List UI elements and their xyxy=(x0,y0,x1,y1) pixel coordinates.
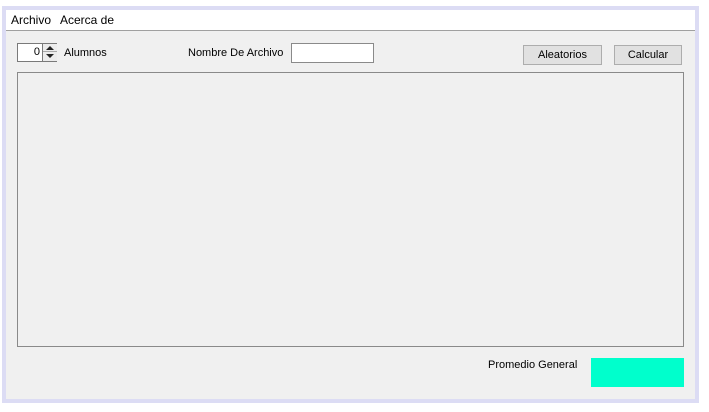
average-value-box xyxy=(591,358,684,387)
triangle-up-icon xyxy=(46,46,54,50)
window-content: Archivo Acerca de 0 Alumnos Nombre De Ar… xyxy=(6,10,695,399)
students-spinner-value[interactable]: 0 xyxy=(18,44,40,61)
filename-label: Nombre De Archivo xyxy=(188,47,284,59)
students-spinner[interactable]: 0 xyxy=(17,43,57,62)
menu-archivo[interactable]: Archivo xyxy=(11,13,51,27)
menu-acerca-de[interactable]: Acerca de xyxy=(60,13,114,27)
spinner-buttons xyxy=(42,44,57,61)
menu-bar: Archivo Acerca de xyxy=(6,10,695,31)
triangle-down-icon xyxy=(46,54,54,58)
filename-input[interactable] xyxy=(291,43,374,63)
average-label: Promedio General xyxy=(488,359,578,371)
spinner-up-button[interactable] xyxy=(43,44,57,52)
application-window: Archivo Acerca de 0 Alumnos Nombre De Ar… xyxy=(2,6,699,403)
calculate-button[interactable]: Calcular xyxy=(614,45,682,65)
results-table-area[interactable] xyxy=(17,72,684,347)
spinner-down-button[interactable] xyxy=(43,52,57,60)
random-button[interactable]: Aleatorios xyxy=(523,45,602,65)
students-label: Alumnos xyxy=(64,47,107,59)
